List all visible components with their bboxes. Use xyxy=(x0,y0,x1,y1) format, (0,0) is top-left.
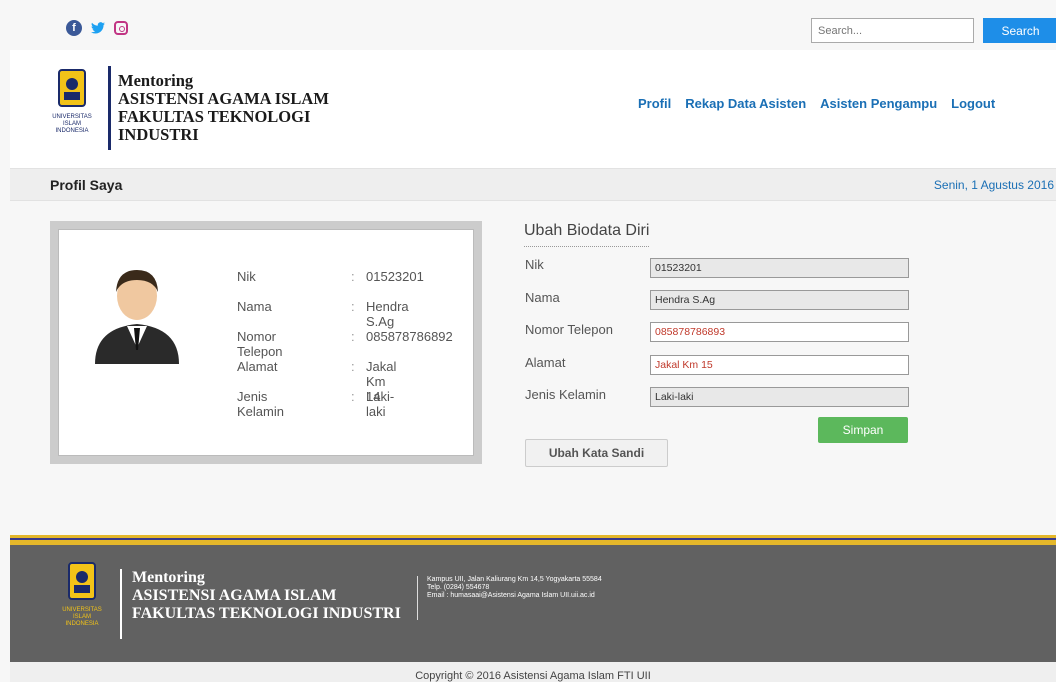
social-links: f xyxy=(66,20,128,36)
info-label-jenis-kelamin: Jenis Kelamin xyxy=(237,389,284,419)
footer-brand: Mentoring ASISTENSI AGAMA ISLAM FAKULTAS… xyxy=(132,569,401,623)
profile-card-frame: Nik : 01523201 Nama : Hendra S.Ag Nomor … xyxy=(50,221,482,464)
instagram-icon[interactable] xyxy=(114,21,128,35)
facebook-icon[interactable]: f xyxy=(66,20,82,36)
footer-phone: Telp. (0284) 554678 xyxy=(427,584,490,591)
brand-title: Mentoring ASISTENSI AGAMA ISLAM FAKULTAS… xyxy=(118,72,329,144)
footer-brand-line-2: ASISTENSI AGAMA ISLAM xyxy=(132,587,337,604)
info-value-jenis-kelamin: Laki-laki xyxy=(366,389,395,419)
nav-item-asisten-pengampu[interactable]: Asisten Pengampu xyxy=(820,96,937,111)
field-label-nik: Nik xyxy=(525,257,544,272)
info-value-nama: Hendra S.Ag xyxy=(366,299,409,329)
nik-field[interactable] xyxy=(650,258,909,278)
svg-text:UNIVERSITAS: UNIVERSITAS xyxy=(62,607,102,613)
svg-text:UNIVERSITAS: UNIVERSITAS xyxy=(52,114,92,120)
svg-text:ISLAM: ISLAM xyxy=(63,121,81,127)
brand-line-4: INDUSTRI xyxy=(118,125,199,144)
footer-brand-line-3: FAKULTAS TEKNOLOGI INDUSTRI xyxy=(132,605,401,622)
nav-item-profil[interactable]: Profil xyxy=(638,96,671,111)
field-label-alamat: Alamat xyxy=(525,355,566,370)
svg-text:ISLAM: ISLAM xyxy=(73,614,91,620)
site-footer: UNIVERSITAS ISLAM INDONESIA Mentoring AS… xyxy=(10,545,1056,662)
telepon-field[interactable] xyxy=(650,322,909,342)
top-bar: f Search xyxy=(10,12,1056,50)
info-colon: : xyxy=(351,359,355,374)
info-colon: : xyxy=(351,389,355,404)
info-label-nik: Nik xyxy=(237,269,256,284)
site-header: UNIVERSITAS ISLAM INDONESIA Mentoring AS… xyxy=(10,50,1056,168)
jenis-kelamin-field[interactable] xyxy=(650,387,909,407)
svg-text:INDONESIA: INDONESIA xyxy=(65,621,98,627)
footer-email: Email : humasaai@Asistensi Agama Islam U… xyxy=(427,592,595,599)
brand-line-3: FAKULTAS TEKNOLOGI xyxy=(118,107,311,126)
footer-logo-divider xyxy=(120,569,122,639)
brand-line-2: ASISTENSI AGAMA ISLAM xyxy=(118,89,329,108)
info-colon: : xyxy=(351,299,355,314)
profile-card: Nik : 01523201 Nama : Hendra S.Ag Nomor … xyxy=(58,229,474,456)
footer-contact-divider xyxy=(417,576,418,620)
nav-item-rekap-data-asisten[interactable]: Rekap Data Asisten xyxy=(685,96,806,111)
page-title: Profil Saya xyxy=(50,177,123,193)
avatar-icon xyxy=(95,264,179,369)
search-button[interactable]: Search xyxy=(983,18,1056,43)
main-nav: Profil Rekap Data Asisten Asisten Pengam… xyxy=(638,96,995,111)
field-label-telepon: Nomor Telepon xyxy=(525,322,613,337)
form-title: Ubah Biodata Diri xyxy=(524,222,650,247)
twitter-icon[interactable] xyxy=(90,20,106,36)
brand-line-1: Mentoring xyxy=(118,71,194,90)
nav-item-logout[interactable]: Logout xyxy=(951,96,995,111)
search-input[interactable] xyxy=(811,18,974,43)
copyright: Copyright © 2016 Asistensi Agama Islam F… xyxy=(10,662,1056,682)
footer-contact: Kampus UII, Jalan Kaliurang Km 14,5 Yogy… xyxy=(427,576,602,600)
info-label-alamat: Alamat xyxy=(237,359,278,374)
field-label-nama: Nama xyxy=(525,290,560,305)
save-button[interactable]: Simpan xyxy=(818,417,908,443)
current-date: Senin, 1 Agustus 2016 xyxy=(933,178,1054,192)
footer-brand-line-1: Mentoring xyxy=(132,569,205,586)
info-colon: : xyxy=(351,269,355,284)
info-value-nik: 01523201 xyxy=(366,269,424,284)
page-bar: Profil Saya Senin, 1 Agustus 2016 xyxy=(10,168,1056,201)
nama-field[interactable] xyxy=(650,290,909,310)
info-label-telepon: Nomor Telepon xyxy=(237,329,283,359)
alamat-field[interactable] xyxy=(650,355,909,375)
svg-text:INDONESIA: INDONESIA xyxy=(55,128,88,134)
info-label-nama: Nama xyxy=(237,299,272,314)
change-password-button[interactable]: Ubah Kata Sandi xyxy=(525,439,668,467)
footer-uii-logo: UNIVERSITAS ISLAM INDONESIA xyxy=(60,561,105,641)
logo-divider xyxy=(108,66,111,150)
uii-logo: UNIVERSITAS ISLAM INDONESIA xyxy=(50,68,95,146)
footer-address: Kampus UII, Jalan Kaliurang Km 14,5 Yogy… xyxy=(427,576,602,583)
field-label-jenis-kelamin: Jenis Kelamin xyxy=(525,387,606,402)
info-colon: : xyxy=(351,329,355,344)
info-value-telepon: 085878786892 xyxy=(366,329,453,344)
